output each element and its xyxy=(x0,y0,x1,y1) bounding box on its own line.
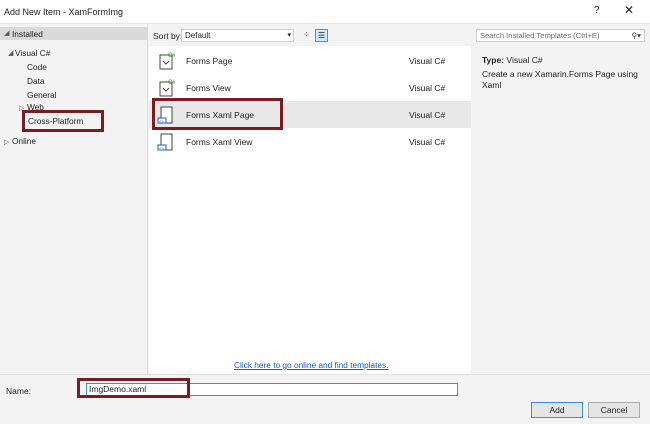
template-item[interactable]: <> Forms Xaml View Visual C# xyxy=(149,128,471,155)
title-bar: Add New Item - XamFormImg ? ✕ xyxy=(0,0,650,24)
add-button[interactable]: Add xyxy=(531,402,583,418)
search-icon[interactable]: ⚲▾ xyxy=(632,30,641,41)
tree-node-general[interactable]: General xyxy=(27,90,57,100)
search-input[interactable]: Search Installed Templates (Ctrl+E) ⚲▾ xyxy=(476,29,645,42)
tree-node-online[interactable]: Online xyxy=(12,136,36,146)
template-list-panel: Sort by: Default ▾ ⁘ ☰ C# Forms Page Vis… xyxy=(149,24,471,374)
template-item[interactable]: C# Forms Page Visual C# xyxy=(149,47,471,74)
help-button[interactable]: ? xyxy=(594,5,600,16)
template-language: Visual C# xyxy=(409,110,446,120)
online-templates-link[interactable]: Click here to go online and find templat… xyxy=(234,360,389,370)
xaml-view-icon: <> xyxy=(157,133,173,151)
forms-page-icon: C# xyxy=(159,53,175,70)
template-language: Visual C# xyxy=(409,137,446,147)
template-language: Visual C# xyxy=(409,56,446,66)
category-tree: ◢ Installed ◢ Visual C# Code Data Genera… xyxy=(0,24,148,374)
name-bar: Name: ImgDemo.xaml Add Cancel xyxy=(0,374,650,424)
chevron-down-icon: ▾ xyxy=(287,32,291,39)
highlight-box xyxy=(152,98,283,130)
close-button[interactable]: ✕ xyxy=(624,3,634,17)
highlight-box xyxy=(22,110,104,132)
details-pane: Search Installed Templates (Ctrl+E) ⚲▾ T… xyxy=(472,24,650,374)
sort-label: Sort by: xyxy=(153,31,183,41)
template-item[interactable]: C# Forms View Visual C# xyxy=(149,74,471,101)
template-language: Visual C# xyxy=(409,83,446,93)
window-title: Add New Item - XamFormImg xyxy=(4,7,124,17)
svg-text:<>: <> xyxy=(159,146,164,151)
list-toolbar: Sort by: Default ▾ ⁘ ☰ xyxy=(149,24,471,46)
sort-dropdown[interactable]: Default ▾ xyxy=(181,29,294,42)
template-name: Forms View xyxy=(186,83,231,93)
name-label: Name: xyxy=(6,386,32,396)
expanded-arrow-icon[interactable]: ◢ xyxy=(8,49,13,57)
template-name: Forms Xaml View xyxy=(186,137,253,147)
tree-node-visual-csharp[interactable]: Visual C# xyxy=(15,48,50,58)
tree-node-installed[interactable]: ◢ Installed xyxy=(0,27,148,40)
type-value: Visual C# xyxy=(506,55,543,65)
search-placeholder: Search Installed Templates (Ctrl+E) xyxy=(480,31,600,40)
type-line: Type: Visual C# xyxy=(482,55,543,65)
svg-text:C#: C# xyxy=(168,53,175,59)
tree-node-data[interactable]: Data xyxy=(27,76,45,86)
type-label: Type: xyxy=(482,55,505,65)
list-view-icon[interactable]: ☰ xyxy=(315,29,328,42)
tree-node-installed-label: Installed xyxy=(12,29,43,39)
svg-text:C#: C# xyxy=(168,80,175,86)
sort-value: Default xyxy=(185,31,211,40)
forms-view-icon: C# xyxy=(159,80,175,97)
highlight-box xyxy=(77,378,190,398)
template-name: Forms Page xyxy=(186,56,233,66)
expanded-arrow-icon[interactable]: ◢ xyxy=(4,29,9,37)
small-icons-view-icon[interactable]: ⁘ xyxy=(300,29,313,42)
cancel-button[interactable]: Cancel xyxy=(588,402,640,418)
template-description: Create a new Xamarin.Forms Page using Xa… xyxy=(482,69,638,90)
tree-node-code[interactable]: Code xyxy=(27,62,47,72)
collapsed-arrow-icon[interactable]: ▷ xyxy=(4,138,9,146)
